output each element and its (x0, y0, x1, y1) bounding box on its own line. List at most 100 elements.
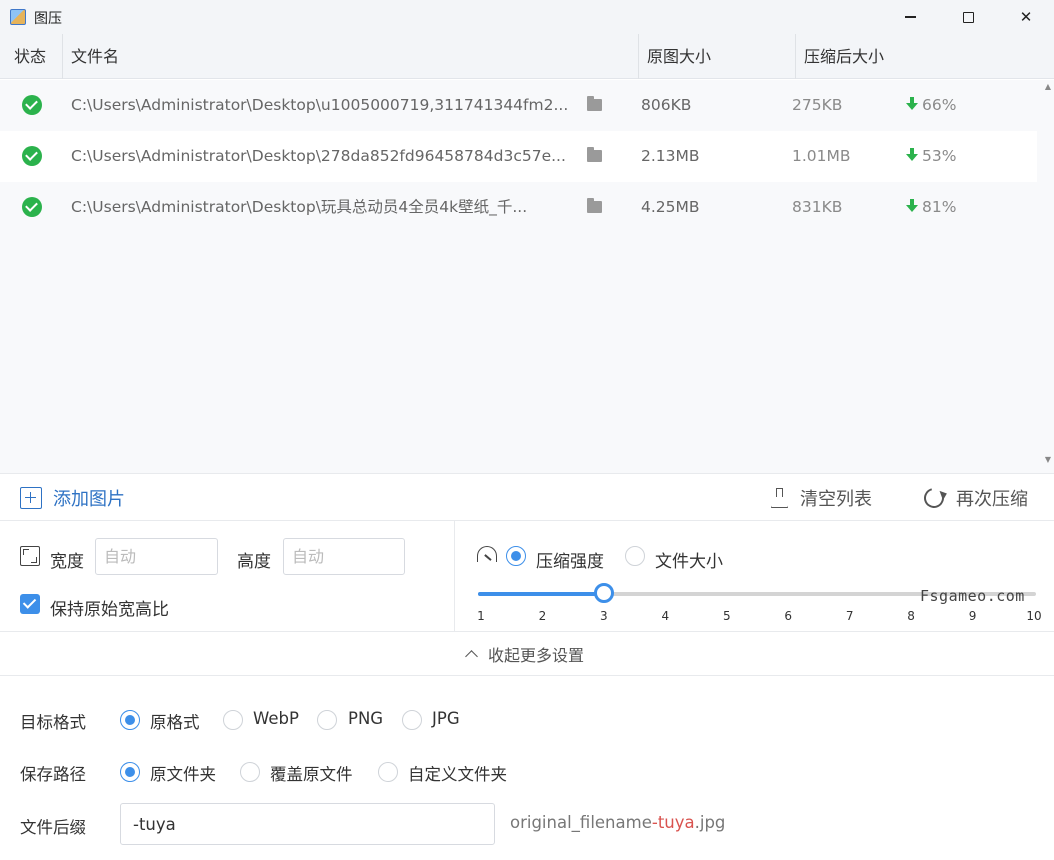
reduction-ratio: 81% (906, 182, 956, 233)
slider-tick-label: 5 (722, 609, 731, 623)
height-input[interactable] (283, 538, 405, 575)
compression-slider-thumb[interactable] (593, 583, 614, 603)
refresh-icon (920, 484, 948, 512)
watermark-text: Fsgameo.com (920, 587, 1025, 605)
reduction-value: 66% (922, 96, 957, 114)
resize-icon (20, 546, 40, 566)
filename-preview: original_filename-tuya.jpg (510, 813, 725, 832)
format-radio-png[interactable] (317, 710, 337, 730)
minimize-button[interactable] (880, 0, 940, 34)
file-path: C:\Users\Administrator\Desktop\278da852f… (71, 147, 566, 165)
panel-divider (454, 521, 455, 632)
save-path-option-original-folder[interactable]: 原文件夹 (150, 761, 216, 785)
compressed-size: 831KB (792, 198, 843, 216)
table-row[interactable]: C:\Users\Administrator\Desktop\278da852f… (0, 131, 1037, 182)
file-path: C:\Users\Administrator\Desktop\玩具总动员4全员4… (71, 198, 528, 216)
reduction-value: 53% (922, 147, 957, 165)
resize-compression-panel: 宽度 高度 保持原始宽高比 压缩强度 文件大小 1 2 3 4 5 6 7 8 9 10 Fsga… (0, 521, 1054, 632)
scroll-down-arrow-icon[interactable]: ▼ (1042, 455, 1054, 465)
file-suffix-input[interactable] (120, 803, 495, 845)
height-label: 高度 (237, 552, 271, 572)
add-image-button[interactable]: 添加图片 (20, 486, 125, 510)
collapse-settings-label: 收起更多设置 (488, 646, 585, 665)
reduction-ratio: 53% (906, 131, 956, 182)
clear-list-label: 清空列表 (800, 489, 872, 510)
app-icon (10, 9, 26, 25)
success-check-icon (22, 197, 42, 217)
output-settings-panel: 目标格式 原格式 WebP PNG JPG 保存路径 原文件夹 覆盖原文件 自定… (0, 677, 1054, 860)
compressed-size: 275KB (792, 96, 843, 114)
compressed-size: 1.01MB (792, 147, 851, 165)
column-header-filename[interactable]: 文件名 (63, 34, 119, 79)
save-path-radio-custom-folder[interactable] (378, 762, 398, 782)
format-option-jpg[interactable]: JPG (432, 709, 460, 728)
keep-ratio-checkbox[interactable] (20, 594, 40, 614)
original-size: 806KB (641, 96, 692, 114)
preview-suffix: -tuya (651, 813, 695, 832)
slider-tick-label: 1 (477, 609, 485, 623)
vertical-scrollbar[interactable] (1042, 80, 1054, 473)
table-row[interactable]: C:\Users\Administrator\Desktop\玩具总动员4全员4… (0, 182, 1037, 233)
format-radio-webp[interactable] (223, 710, 243, 730)
collapse-settings-bar[interactable]: 收起更多设置 (0, 632, 1054, 676)
compression-strength-radio[interactable] (506, 546, 526, 566)
format-option-png[interactable]: PNG (348, 709, 383, 728)
width-label: 宽度 (50, 552, 84, 572)
save-path-label: 保存路径 (20, 765, 86, 784)
recompress-label: 再次压缩 (956, 489, 1028, 510)
save-path-option-custom-folder[interactable]: 自定义文件夹 (408, 761, 507, 785)
table-row[interactable]: C:\Users\Administrator\Desktop\u10050007… (0, 80, 1037, 131)
folder-icon[interactable] (587, 147, 602, 162)
scroll-up-arrow-icon[interactable]: ▲ (1042, 82, 1054, 92)
format-option-webp[interactable]: WebP (253, 709, 299, 728)
preview-prefix: original_filename (510, 813, 652, 832)
recompress-button[interactable]: 再次压缩 (920, 484, 1028, 512)
target-format-label: 目标格式 (20, 713, 86, 732)
slider-tick-label: 6 (784, 609, 793, 623)
arrow-down-icon (906, 97, 918, 111)
format-radio-original[interactable] (120, 710, 140, 730)
close-button[interactable]: ✕ (996, 0, 1054, 34)
slider-tick-label: 4 (661, 609, 670, 623)
reduction-value: 81% (922, 198, 957, 216)
add-image-label: 添加图片 (53, 489, 125, 510)
compression-slider-fill (478, 592, 604, 596)
minimize-icon (904, 16, 916, 18)
width-input[interactable] (95, 538, 218, 575)
collapse-settings-button[interactable]: 收起更多设置 (464, 642, 584, 666)
save-path-option-overwrite[interactable]: 覆盖原文件 (270, 761, 353, 785)
chevron-up-icon (465, 649, 478, 663)
slider-tick-label: 7 (845, 609, 854, 623)
column-header-original-size[interactable]: 原图大小 (639, 34, 711, 79)
close-icon: ✕ (1019, 8, 1033, 26)
title-bar: 图压 ✕ (0, 0, 1054, 34)
preview-extension: .jpg (694, 813, 726, 832)
file-path: C:\Users\Administrator\Desktop\u10050007… (71, 96, 569, 114)
arrow-down-icon (906, 199, 918, 213)
save-path-radio-original-folder[interactable] (120, 762, 140, 782)
clear-list-button[interactable]: 清空列表 (770, 486, 872, 510)
column-header-compressed-size[interactable]: 压缩后大小 (796, 34, 884, 79)
save-path-radio-overwrite[interactable] (240, 762, 260, 782)
folder-icon[interactable] (587, 96, 602, 111)
flask-icon (770, 488, 788, 508)
keep-ratio-label: 保持原始宽高比 (50, 600, 169, 620)
arrow-down-icon (906, 148, 918, 162)
reduction-ratio: 66% (906, 80, 956, 131)
slider-tick-label: 2 (538, 609, 547, 623)
maximize-icon (962, 11, 974, 23)
file-suffix-label: 文件后缀 (20, 818, 86, 837)
window-title: 图压 (34, 11, 62, 27)
file-size-radio[interactable] (625, 546, 645, 566)
column-header-status[interactable]: 状态 (6, 34, 46, 79)
maximize-button[interactable] (938, 0, 998, 34)
format-option-original[interactable]: 原格式 (150, 709, 200, 733)
success-check-icon (22, 95, 42, 115)
file-size-label: 文件大小 (655, 552, 723, 572)
original-size: 2.13MB (641, 147, 700, 165)
original-size: 4.25MB (641, 198, 700, 216)
folder-icon[interactable] (587, 198, 602, 213)
format-radio-jpg[interactable] (402, 710, 422, 730)
file-list: C:\Users\Administrator\Desktop\u10050007… (0, 80, 1042, 473)
compression-strength-label: 压缩强度 (536, 552, 604, 572)
